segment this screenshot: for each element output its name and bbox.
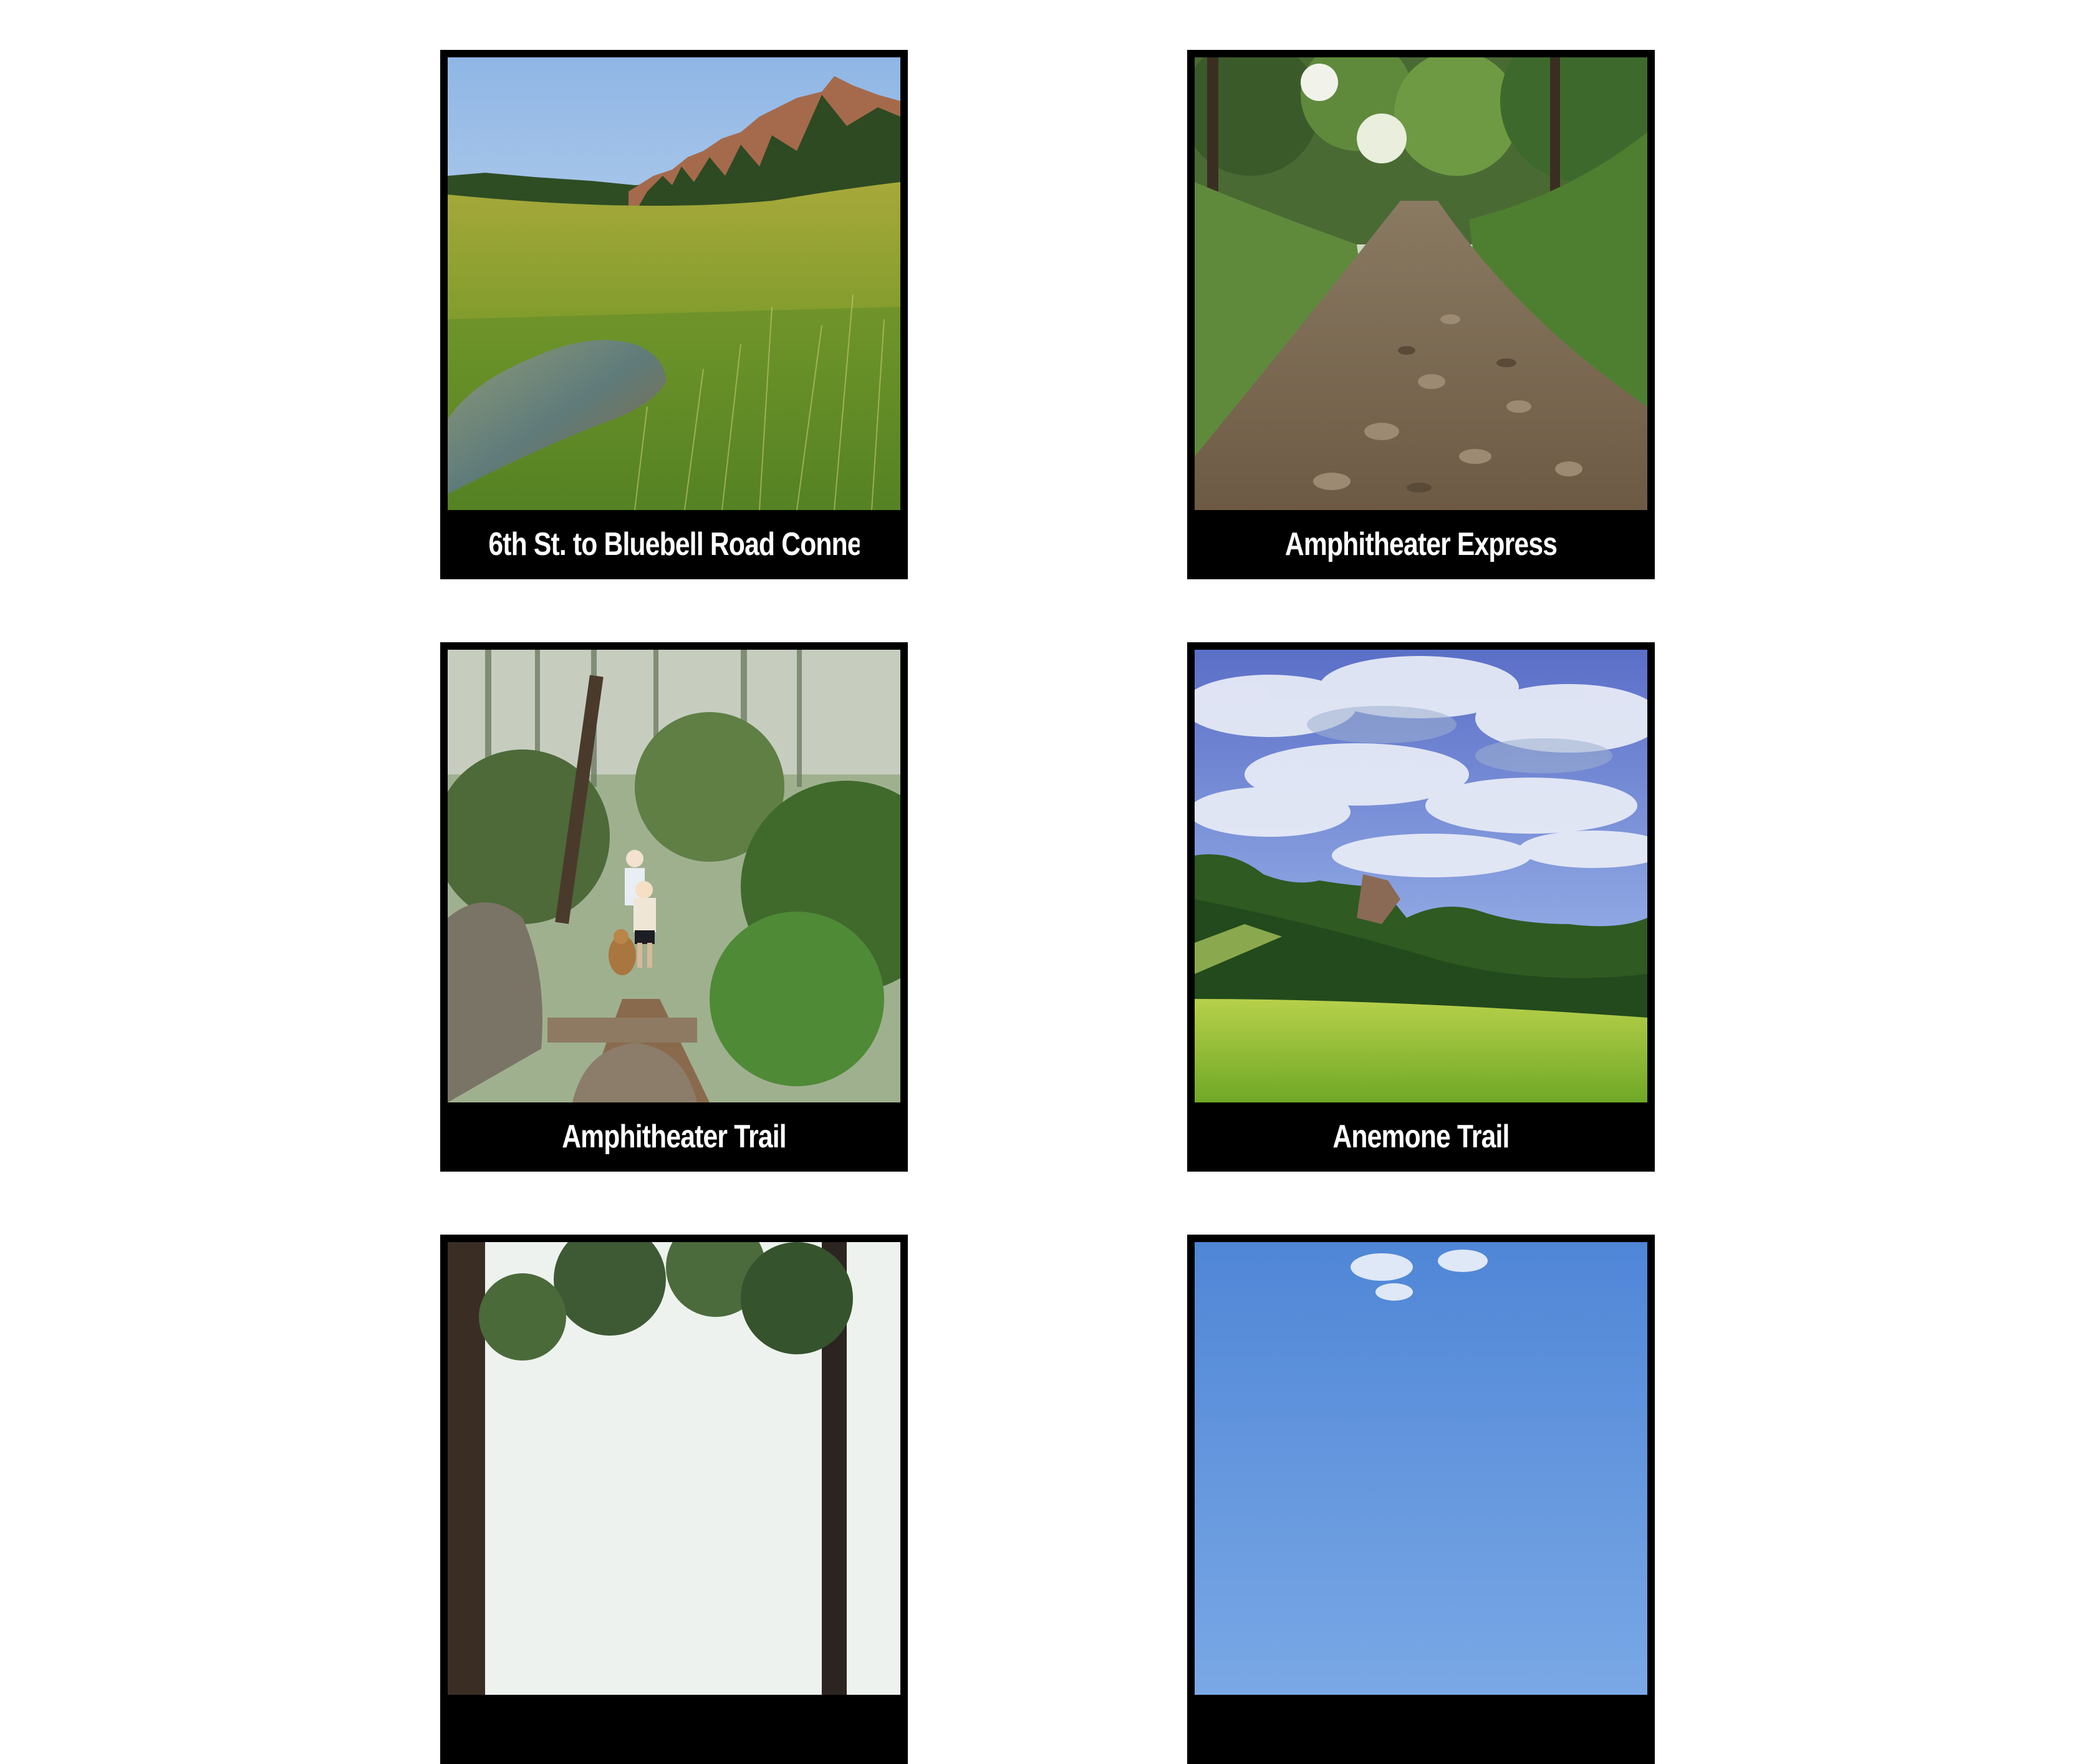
flatirons-meadow-image bbox=[448, 57, 900, 510]
trail-card[interactable]: 6th St. to Bluebell Road Connector bbox=[440, 50, 908, 579]
trail-photo[interactable] bbox=[1195, 650, 1647, 1102]
trail-card[interactable] bbox=[440, 1235, 908, 1764]
trail-photo[interactable] bbox=[448, 57, 900, 510]
mountain-meadow-clouds-image bbox=[1195, 650, 1647, 1102]
trail-name: Amphitheater Trail bbox=[562, 1119, 786, 1155]
pine-trees-image bbox=[448, 1242, 900, 1695]
trail-card[interactable]: Anemone Trail bbox=[1187, 642, 1655, 1172]
trail-name: Amphitheater Express bbox=[1284, 526, 1558, 562]
rocky-forest-trail-image bbox=[1195, 57, 1647, 510]
trail-photo[interactable] bbox=[1195, 57, 1647, 510]
hikers-with-dog-image bbox=[448, 650, 900, 1102]
trail-name bbox=[1235, 1695, 1606, 1764]
trail-card[interactable] bbox=[1187, 1235, 1655, 1764]
trail-grid: 6th St. to Bluebell Road Connector bbox=[0, 0, 2095, 1764]
trail-name: Anemone Trail bbox=[1332, 1119, 1510, 1155]
blue-sky-image bbox=[1195, 1242, 1647, 1695]
trail-name bbox=[488, 1695, 859, 1764]
trail-card[interactable]: Amphitheater Express bbox=[1187, 50, 1655, 579]
trail-photo[interactable] bbox=[1195, 1242, 1647, 1695]
trail-card[interactable]: Amphitheater Trail bbox=[440, 642, 908, 1172]
trail-photo[interactable] bbox=[448, 1242, 900, 1695]
trail-name: 6th St. to Bluebell Road Connector bbox=[488, 526, 859, 562]
trail-photo[interactable] bbox=[448, 650, 900, 1102]
